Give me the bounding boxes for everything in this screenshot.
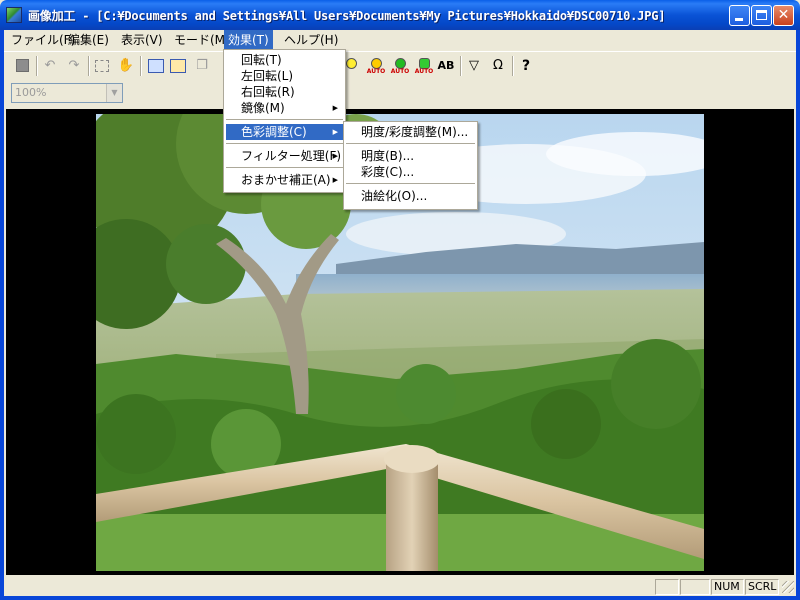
menu-item-label: 色彩調整(C) [241,125,307,139]
minimize-icon [735,18,743,21]
status-pane-2 [680,579,710,595]
menu-item-label: 右回転(R) [241,85,295,99]
title-bar[interactable]: 画像加工 - [C:¥Documents and Settings¥All Us… [0,0,800,30]
menu-item-label: 明度(B)... [361,149,415,163]
menu-separator [346,183,475,184]
menu-effects[interactable]: 効果(T) [224,30,273,50]
menu-item-oil-painting[interactable]: 油絵化(O)... [346,188,475,204]
save-icon [15,59,29,72]
menu-item-brightness[interactable]: 明度(B)... [346,148,475,164]
submenu-arrow-icon: ▶ [332,176,338,184]
menu-item-label: 油絵化(O)... [361,189,428,203]
omega-button[interactable]: Ω [488,56,508,76]
menu-item-rotate[interactable]: 回転(T) [226,52,343,68]
menu-item-label: おまかせ補正(A) [241,173,331,187]
menu-separator [226,167,343,168]
zoom-select[interactable]: 100% ▼ [11,83,123,103]
hand-icon: ✋ [117,58,135,73]
minimize-button[interactable] [729,5,750,26]
close-icon: ✕ [777,7,790,23]
maximize-button[interactable] [751,5,772,26]
menu-item-rotate-right[interactable]: 右回転(R) [226,84,343,100]
undo-button[interactable]: ↶ [40,56,60,76]
menu-item-brightness-saturation[interactable]: 明度/彩度調整(M)... [346,124,475,140]
auto-label: AUTO [390,68,410,75]
yellow-dot-icon [345,58,357,69]
auto-label: AUTO [366,68,386,75]
copy-button[interactable]: ❐ [192,56,212,76]
submenu-arrow-icon: ▶ [332,104,338,112]
menu-view[interactable]: 表示(V) [117,30,167,50]
menu-item-label: 彩度(C)... [361,165,415,179]
help-icon: ? [521,58,531,74]
menu-separator [226,119,343,120]
submenu-arrow-icon: ▶ [332,152,338,160]
menu-item-label: 鏡像(M) [241,101,285,115]
window-frame-left [0,30,4,600]
menu-help[interactable]: ヘルプ(H) [280,30,342,50]
status-num: NUM [711,579,744,595]
menu-item-saturation[interactable]: 彩度(C)... [346,164,475,180]
window-title: 画像加工 - [C:¥Documents and Settings¥All Us… [28,9,666,23]
auto-label: AUTO [414,68,434,75]
menu-item-label: 回転(T) [241,53,282,67]
status-bar: NUM SCRL [4,577,796,596]
filter-button[interactable]: ▽ [464,56,484,76]
save-button[interactable] [12,56,32,76]
resize-grip-icon[interactable] [782,581,794,593]
menu-item-label: 明度/彩度調整(M)... [361,125,469,139]
menu-item-auto-correct[interactable]: おまかせ補正(A) ▶ [226,172,343,188]
toolbar-separator [140,56,142,76]
submenu-arrow-icon: ▶ [332,128,338,136]
text-button[interactable]: AB [436,56,456,76]
toolbar: ↶ ↷ ✋ ❐ AUTO AUTO AUTO AB ▽ Ω ? [4,51,796,80]
app-icon[interactable] [6,7,22,23]
window-frame-bottom [0,596,800,600]
menu-separator [346,143,475,144]
auto-color-button[interactable]: AUTO [414,56,434,76]
text-ab-icon: AB [437,59,455,72]
redo-icon: ↷ [68,58,80,73]
full-screen-button[interactable] [168,56,188,76]
toolbar-separator [460,56,462,76]
menu-item-label: フィルター処理(F) [241,149,342,163]
omega-icon: Ω [493,58,503,73]
help-button[interactable]: ? [516,56,536,76]
select-icon [95,60,109,72]
fit-window-icon [148,59,164,73]
menu-item-label: 左回転(L) [241,69,294,83]
maximize-icon [756,10,767,20]
menu-edit[interactable]: 編集(E) [64,30,113,50]
menu-bar: ファイル(F) 編集(E) 表示(V) モード(M) 効果(T) ヘルプ(H) [4,30,796,50]
auto-level-button[interactable]: AUTO [366,56,386,76]
auto-contrast-button[interactable]: AUTO [390,56,410,76]
fit-window-button[interactable] [146,56,166,76]
select-tool-button[interactable] [92,56,112,76]
undo-icon: ↶ [44,58,56,73]
effects-menu: 回転(T) 左回転(L) 右回転(R) 鏡像(M) ▶ 色彩調整(C) ▶ フィルタ… [223,49,346,193]
redo-button[interactable]: ↷ [64,56,84,76]
menu-item-color-adjust[interactable]: 色彩調整(C) ▶ [226,124,343,140]
full-screen-icon [170,59,186,73]
toolbar-separator [512,56,514,76]
menu-item-mirror[interactable]: 鏡像(M) ▶ [226,100,343,116]
chevron-down-icon[interactable]: ▼ [106,84,122,102]
status-pane-1 [655,579,679,595]
status-scrl: SCRL [745,579,779,595]
zoom-bar: 100% ▼ [4,79,796,107]
copy-icon: ❐ [196,58,208,73]
menu-item-rotate-left[interactable]: 左回転(L) [226,68,343,84]
filter-icon: ▽ [469,58,479,73]
hand-tool-button[interactable]: ✋ [116,56,136,76]
window-frame-right [796,30,800,600]
color-adjust-submenu: 明度/彩度調整(M)... 明度(B)... 彩度(C)... 油絵化(O)..… [343,121,478,210]
toolbar-separator [36,56,38,76]
toolbar-separator [88,56,90,76]
zoom-value: 100% [15,86,47,99]
close-button[interactable]: ✕ [773,5,794,26]
menu-item-filter[interactable]: フィルター処理(F) ▶ [226,148,343,164]
menu-separator [226,143,343,144]
